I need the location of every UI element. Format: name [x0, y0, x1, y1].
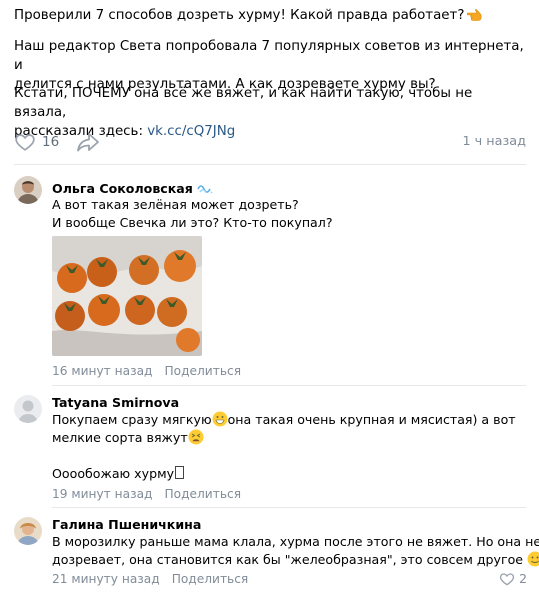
comment-text: А вот такая зелёная может дозреть? И воо…	[52, 196, 333, 232]
post-container: Проверили 7 способов дозреть хурму! Како…	[0, 0, 539, 601]
tired-face-emoji-icon	[188, 429, 204, 445]
comment-text-part: Ооообожаю хурму	[52, 466, 175, 481]
post-text-line: Наш редактор Света попробовала 7 популяр…	[14, 39, 524, 73]
divider	[14, 164, 526, 165]
post-title-text: Проверили 7 способов дозреть хурму! Како…	[14, 8, 465, 23]
comment-text-line: мелкие сорта вяжут	[52, 429, 516, 447]
comment-meta: 19 минут назад Поделиться	[52, 487, 241, 501]
heart-icon[interactable]	[14, 131, 36, 157]
comment-text-part: мелкие сорта вяжут	[52, 430, 188, 445]
post-actions-bar: 16 1 ч назад	[14, 131, 526, 155]
heart-icon[interactable]	[499, 571, 515, 587]
share-link[interactable]: Поделиться	[172, 572, 249, 586]
comment-text-part: она такая очень крупная и мясистая) а во…	[227, 412, 516, 427]
post-timestamp[interactable]: 1 ч назад	[462, 134, 526, 149]
comment-text-part: Покупаем сразу мягкую	[52, 412, 212, 427]
comment-like[interactable]: 2	[499, 571, 527, 587]
comment-meta: 16 минут назад Поделиться	[52, 364, 241, 378]
smiling-face-emoji-icon	[527, 551, 539, 567]
persimmon-photo[interactable]	[52, 236, 202, 356]
comment-text: В морозилку раньше мама клала, хурма пос…	[52, 533, 539, 569]
comment-meta: 21 минуту назад Поделиться	[52, 572, 248, 586]
comment-separator	[52, 507, 526, 508]
unrendered-emoji-icon	[175, 466, 185, 479]
wave-emoji-icon	[197, 181, 213, 196]
comment-like-count: 2	[519, 571, 527, 586]
comment-time[interactable]: 21 минуту назад	[52, 572, 160, 586]
comment-time[interactable]: 19 минут назад	[52, 487, 152, 501]
comment-text: Покупаем сразу мягкую она такая очень кру…	[52, 411, 516, 483]
grinning-face-emoji-icon	[212, 411, 228, 427]
share-arrow-icon[interactable]	[76, 131, 100, 157]
comment-time[interactable]: 16 минут назад	[52, 364, 152, 378]
avatar[interactable]	[14, 517, 42, 545]
comment-author-name[interactable]: Ольга Соколовская	[52, 181, 193, 196]
comment-separator	[52, 385, 526, 386]
post-title-line: Проверили 7 способов дозреть хурму! Како…	[14, 6, 524, 25]
comment-text-line: Ооообожаю хурму	[52, 465, 516, 483]
comment-text-line: А вот такая зелёная может дозреть?	[52, 197, 299, 212]
comment-blank-line	[52, 447, 516, 465]
avatar[interactable]	[14, 176, 42, 204]
comment-author[interactable]: Tatyana Smirnova	[52, 395, 179, 410]
share-link[interactable]: Поделиться	[164, 364, 241, 378]
like-count: 16	[42, 134, 60, 150]
comment-text-part: дозревает, она становится как бы "желеоб…	[52, 552, 524, 567]
comment-author[interactable]: Ольга Соколовская	[52, 181, 213, 196]
comment-text-line: Покупаем сразу мягкую она такая очень кру…	[52, 411, 516, 429]
comment-author[interactable]: Галина Пшеничкина	[52, 517, 201, 532]
comment-text-line: В морозилку раньше мама клала, хурма пос…	[52, 534, 539, 549]
post-text-line: Кстати, ПОЧЕМУ она всё же вяжет, и как н…	[14, 86, 473, 120]
comment-text-line: дозревает, она становится как бы "желеоб…	[52, 551, 539, 569]
share-link[interactable]: Поделиться	[164, 487, 241, 501]
comment-text-line: И вообще Свечка ли это? Кто-то покупал?	[52, 215, 333, 230]
avatar[interactable]	[14, 395, 42, 423]
pointing-hand-emoji-icon	[467, 6, 483, 22]
